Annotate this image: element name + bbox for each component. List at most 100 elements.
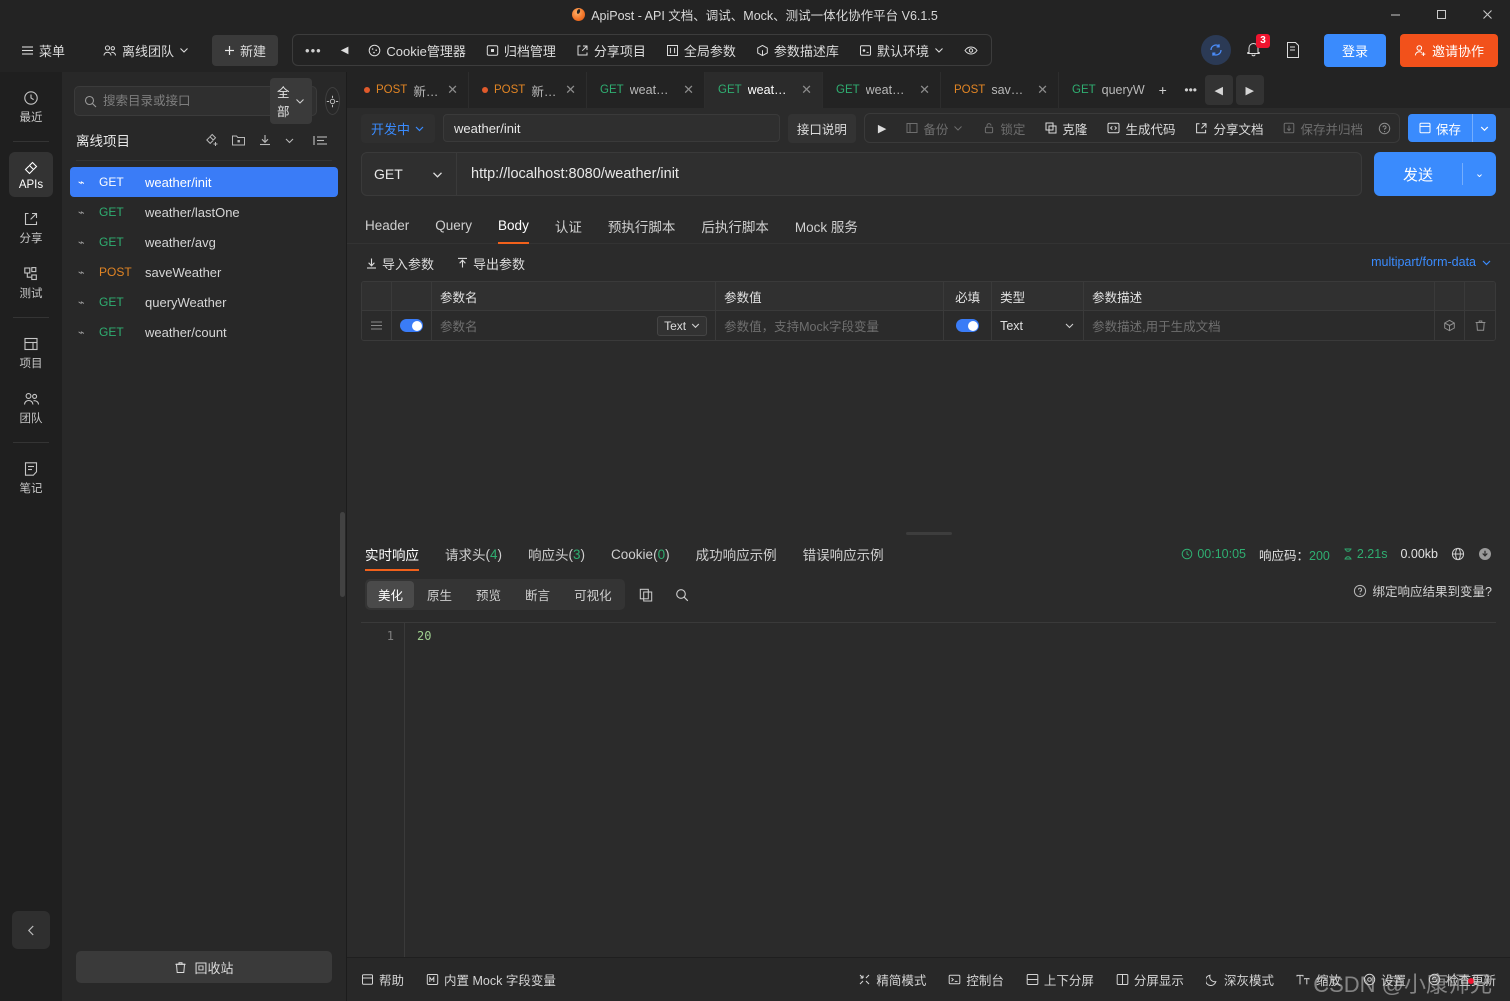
toolbar-item-cookie[interactable]: Cookie管理器 xyxy=(359,35,474,66)
settings-button[interactable]: 设置 xyxy=(1363,970,1406,989)
method-select[interactable]: GET xyxy=(362,153,457,195)
view-mode-visualize[interactable]: 可视化 xyxy=(563,581,623,608)
tab-query[interactable]: Query xyxy=(435,208,472,244)
bind-response-variable[interactable]: 绑定响应结果到变量? xyxy=(1353,581,1492,600)
row-description-cell[interactable]: 参数描述,用于生成文档 xyxy=(1084,311,1435,340)
toolbar-item-archive[interactable]: 归档管理 xyxy=(477,35,565,66)
url-box[interactable]: GET http://localhost:8080/weather/init xyxy=(361,152,1362,196)
invite-button[interactable]: 邀请协作 xyxy=(1399,33,1498,67)
login-button[interactable]: 登录 xyxy=(1323,33,1386,67)
rail-item-notes[interactable]: 笔记 xyxy=(9,453,53,502)
tab-pre-script[interactable]: 预执行脚本 xyxy=(608,208,676,244)
backup-button[interactable]: 备份 xyxy=(897,114,972,143)
tab-header[interactable]: Header xyxy=(365,208,409,244)
response-code-view[interactable]: 1 20 xyxy=(361,622,1496,957)
toolbar-preview-button[interactable] xyxy=(955,38,987,63)
tab-close-icon[interactable]: ✕ xyxy=(565,82,576,98)
rail-item-apis[interactable]: APIs xyxy=(9,152,53,197)
search-input[interactable] xyxy=(103,94,264,108)
toolbar-item-param-library[interactable]: 参数描述库 xyxy=(747,35,848,66)
tab-body[interactable]: Body xyxy=(498,208,529,244)
new-button[interactable]: 新建 xyxy=(212,34,279,66)
editor-tab[interactable]: GET queryW xyxy=(1059,72,1149,108)
zoom-button[interactable]: 缩放 xyxy=(1296,970,1341,989)
minimize-button[interactable] xyxy=(1372,0,1418,28)
search-response-button[interactable] xyxy=(667,584,697,606)
toolbar-item-share-project[interactable]: 分享项目 xyxy=(567,35,655,66)
resp-tab-live[interactable]: 实时响应 xyxy=(365,537,419,571)
search-box[interactable]: 全部 xyxy=(74,78,317,124)
rail-item-team[interactable]: 团队 xyxy=(9,383,53,432)
view-mode-preview[interactable]: 预览 xyxy=(465,581,512,608)
save-dropdown-caret[interactable] xyxy=(1472,114,1496,142)
row-drag-handle[interactable] xyxy=(362,311,392,340)
rail-item-recent[interactable]: 最近 xyxy=(9,82,53,131)
share-doc-button[interactable]: 分享文档 xyxy=(1186,114,1272,143)
row-enable-toggle[interactable] xyxy=(392,311,432,340)
collapse-all-icon[interactable] xyxy=(309,131,332,150)
chevron-down-icon[interactable] xyxy=(280,132,299,149)
tab-next-button[interactable]: ▶ xyxy=(1235,75,1264,105)
send-dropdown-caret[interactable]: ⌄ xyxy=(1462,163,1496,185)
tab-overflow-button[interactable]: ••• xyxy=(1177,75,1205,105)
editor-tab[interactable]: GET weather/... ✕ xyxy=(823,72,941,108)
search-filter-select[interactable]: 全部 xyxy=(270,78,312,124)
recycle-bin-button[interactable]: 回收站 xyxy=(76,951,332,983)
editor-tab[interactable]: POST 新建接口 ✕ xyxy=(469,72,587,108)
view-mode-pretty[interactable]: 美化 xyxy=(367,581,415,608)
rail-collapse-button[interactable] xyxy=(12,911,50,949)
import-params-button[interactable]: 导入参数 xyxy=(365,254,434,273)
url-input[interactable]: http://localhost:8080/weather/init xyxy=(457,166,693,182)
sync-button[interactable] xyxy=(1200,35,1231,65)
editor-tab[interactable]: GET weather/... ✕ xyxy=(587,72,705,108)
notifications-button[interactable]: 3 xyxy=(1237,33,1270,66)
sidebar-scrollbar[interactable] xyxy=(340,512,345,597)
rail-item-project[interactable]: 项目 xyxy=(9,328,53,377)
row-param-name-cell[interactable]: 参数名 Text xyxy=(432,311,717,340)
console-button[interactable]: 控制台 xyxy=(948,970,1004,989)
tab-auth[interactable]: 认证 xyxy=(555,208,582,244)
save-button[interactable]: 保存 xyxy=(1407,114,1496,142)
import-icon[interactable] xyxy=(254,130,276,150)
clone-button[interactable]: 克隆 xyxy=(1036,114,1096,143)
docs-button[interactable] xyxy=(1276,35,1310,65)
compact-mode-button[interactable]: 精简模式 xyxy=(858,970,926,989)
generate-code-button[interactable]: 生成代码 xyxy=(1098,114,1184,143)
toggle-switch[interactable] xyxy=(400,319,423,332)
api-list-item[interactable]: ⌁ POST saveWeather xyxy=(70,257,338,287)
new-folder-icon[interactable] xyxy=(227,130,250,150)
toolbar-scroll-left-button[interactable]: ◀ xyxy=(332,39,358,62)
split-screen-button[interactable]: 分屏显示 xyxy=(1116,970,1184,989)
send-button[interactable]: 发送 ⌄ xyxy=(1374,152,1496,196)
api-name-input[interactable]: weather/init xyxy=(443,114,780,142)
export-params-button[interactable]: 导出参数 xyxy=(456,254,525,273)
new-tab-button[interactable]: + xyxy=(1149,75,1177,105)
resp-tab-error-example[interactable]: 错误响应示例 xyxy=(803,537,884,571)
editor-tab[interactable]: POST 新建接口 ✕ xyxy=(351,72,469,108)
rail-item-test[interactable]: 测试 xyxy=(9,258,53,307)
api-list-item[interactable]: ⌁ GET weather/lastOne xyxy=(70,197,338,227)
close-button[interactable] xyxy=(1464,0,1510,28)
row-delete-button[interactable] xyxy=(1465,311,1495,340)
team-selector[interactable]: 离线团队 xyxy=(94,35,198,66)
view-mode-raw[interactable]: 原生 xyxy=(416,581,463,608)
tab-mock-service[interactable]: Mock 服务 xyxy=(795,208,858,244)
mock-variables-button[interactable]: 内置 Mock 字段变量 xyxy=(426,970,556,989)
help-button[interactable]: 帮助 xyxy=(361,970,404,989)
tab-close-icon[interactable]: ✕ xyxy=(801,82,812,98)
toolbar-item-global-params[interactable]: 全局参数 xyxy=(657,35,745,66)
maximize-button[interactable] xyxy=(1418,0,1464,28)
content-type-select[interactable]: multipart/form-data xyxy=(1371,255,1492,269)
view-mode-assert[interactable]: 断言 xyxy=(514,581,561,608)
split-vertical-button[interactable]: 上下分屏 xyxy=(1026,970,1094,989)
row-required-toggle[interactable] xyxy=(944,311,993,340)
editor-tab[interactable]: POST saveWe... ✕ xyxy=(941,72,1059,108)
tab-close-icon[interactable]: ✕ xyxy=(683,82,694,98)
editor-tab-active[interactable]: GET weather/... ✕ xyxy=(705,72,823,108)
check-update-button[interactable]: 检查更新 xyxy=(1428,970,1496,989)
menu-button[interactable]: 菜单 xyxy=(12,35,74,66)
api-list-item[interactable]: ⌁ GET weather/avg xyxy=(70,227,338,257)
lock-button[interactable]: 锁定 xyxy=(974,114,1034,143)
run-button[interactable]: ▶ xyxy=(869,117,895,140)
tab-prev-button[interactable]: ◀ xyxy=(1204,75,1233,105)
